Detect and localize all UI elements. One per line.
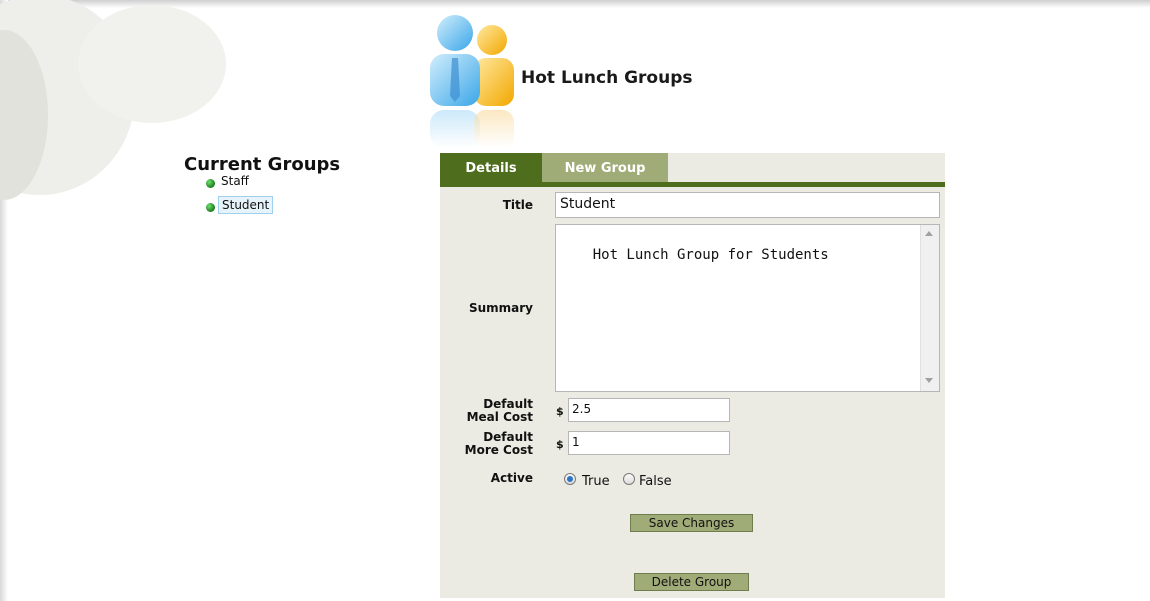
active-false-radio[interactable]	[623, 473, 635, 485]
more-cost-label-line2: More Cost	[464, 443, 533, 457]
save-changes-button[interactable]: Save Changes	[630, 514, 753, 532]
scroll-up-arrow-icon[interactable]	[925, 231, 933, 236]
more-cost-label: Default More Cost	[440, 431, 533, 457]
textarea-scrollbar[interactable]	[920, 225, 939, 391]
summary-text: Hot Lunch Group for Students	[592, 247, 829, 263]
page-title: Hot Lunch Groups	[521, 68, 693, 88]
background-circle	[78, 5, 226, 123]
tab-details[interactable]: Details	[440, 153, 542, 182]
title-input[interactable]: Student	[555, 192, 940, 218]
active-false-label[interactable]: False	[639, 474, 672, 489]
group-item-student[interactable]: Student	[206, 196, 274, 214]
summary-label: Summary	[468, 301, 533, 315]
delete-group-button[interactable]: Delete Group	[634, 573, 749, 591]
green-bullet-icon	[206, 178, 215, 188]
active-true-radio[interactable]	[564, 473, 576, 485]
meal-cost-label: Default Meal Cost	[440, 398, 533, 424]
meal-cost-currency: $	[556, 405, 564, 418]
group-item-label[interactable]: Staff	[218, 173, 252, 189]
active-label: Active	[490, 471, 533, 485]
current-groups-heading: Current Groups	[184, 154, 341, 175]
scroll-down-arrow-icon[interactable]	[925, 378, 933, 383]
user-group-icon	[428, 15, 518, 148]
group-item-label[interactable]: Student	[218, 196, 274, 214]
tab-bar: Details New Group	[440, 153, 945, 187]
meal-cost-input[interactable]: 2.5	[568, 398, 730, 422]
green-bullet-icon	[206, 202, 215, 212]
meal-cost-label-line2: Meal Cost	[466, 410, 533, 424]
group-item-staff[interactable]: Staff	[206, 173, 252, 189]
summary-textarea[interactable]: Hot Lunch Group for Students	[555, 224, 940, 392]
title-label: Title	[502, 198, 533, 212]
active-true-label[interactable]: True	[582, 474, 610, 489]
more-cost-input[interactable]: 1	[568, 431, 730, 455]
more-cost-currency: $	[556, 438, 564, 451]
group-details-panel: Details New Group Title Student Summary …	[440, 153, 945, 598]
tab-new-group[interactable]: New Group	[542, 153, 668, 182]
